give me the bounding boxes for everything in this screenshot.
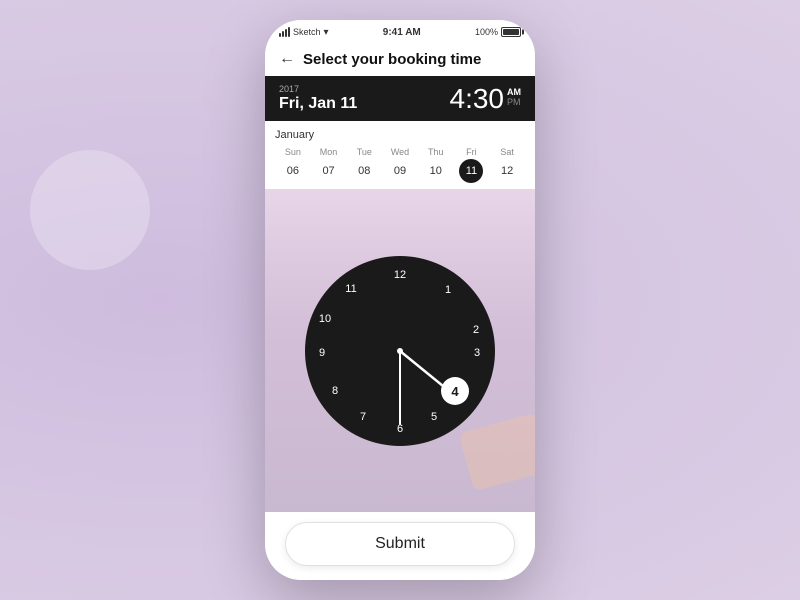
date-label: Fri, Jan 11 xyxy=(279,95,357,113)
clock-section[interactable]: 12 1 2 3 4 5 6 7 8 9 10 11 4 xyxy=(265,189,535,512)
svg-text:2: 2 xyxy=(473,324,479,336)
cal-header-tue: Tue xyxy=(346,145,382,159)
ampm-section: AM PM xyxy=(507,87,521,109)
header: ← Select your booking time xyxy=(265,44,535,76)
clock-face[interactable]: 12 1 2 3 4 5 6 7 8 9 10 11 4 xyxy=(305,256,495,446)
submit-button[interactable]: Submit xyxy=(285,522,515,566)
cal-header-mon: Mon xyxy=(311,145,347,159)
calendar-month: January xyxy=(275,129,525,141)
submit-section: Submit xyxy=(265,512,535,580)
svg-text:8: 8 xyxy=(332,385,338,397)
clock-svg: 12 1 2 3 4 5 6 7 8 9 10 11 4 xyxy=(305,256,495,446)
year-label: 2017 xyxy=(279,84,357,94)
cal-day-12[interactable]: 12 xyxy=(495,159,519,183)
carrier-label: Sketch xyxy=(293,27,321,37)
cal-header-thu: Thu xyxy=(418,145,454,159)
cal-header-sun: Sun xyxy=(275,145,311,159)
svg-text:9: 9 xyxy=(319,347,325,359)
cal-day-10[interactable]: 10 xyxy=(424,159,448,183)
cal-header-sat: Sat xyxy=(489,145,525,159)
status-left: Sketch ▾ xyxy=(279,27,329,38)
status-bar: Sketch ▾ 9:41 AM 100% xyxy=(265,20,535,44)
svg-text:3: 3 xyxy=(474,347,480,359)
battery-percent: 100% xyxy=(475,27,498,37)
battery-icon xyxy=(501,27,521,37)
cal-day-06[interactable]: 06 xyxy=(281,159,305,183)
cal-day-08[interactable]: 08 xyxy=(352,159,376,183)
svg-text:12: 12 xyxy=(394,269,406,281)
back-button[interactable]: ← xyxy=(279,50,295,68)
am-label[interactable]: AM xyxy=(507,87,521,98)
cal-header-fri: Fri xyxy=(454,145,490,159)
bg-decoration xyxy=(30,150,150,270)
svg-text:10: 10 xyxy=(319,313,331,325)
calendar-grid: Sun Mon Tue Wed Thu Fri Sat 06 07 08 09 … xyxy=(275,145,525,183)
wifi-icon: ▾ xyxy=(324,27,329,38)
page-title: Select your booking time xyxy=(303,51,481,68)
svg-text:1: 1 xyxy=(445,284,451,296)
status-right: 100% xyxy=(475,27,521,37)
svg-text:5: 5 xyxy=(431,411,437,423)
phone-frame: Sketch ▾ 9:41 AM 100% ← Select your book… xyxy=(265,20,535,580)
cal-day-09[interactable]: 09 xyxy=(388,159,412,183)
svg-text:11: 11 xyxy=(345,283,356,295)
date-section: 2017 Fri, Jan 11 xyxy=(279,84,357,113)
calendar-section: January Sun Mon Tue Wed Thu Fri Sat 06 0… xyxy=(265,121,535,189)
pm-label[interactable]: PM xyxy=(507,97,521,108)
signal-icon xyxy=(279,27,290,37)
svg-text:7: 7 xyxy=(360,411,366,423)
status-time: 9:41 AM xyxy=(383,27,421,38)
time-display: 4:30 xyxy=(450,85,505,113)
cal-day-07[interactable]: 07 xyxy=(317,159,341,183)
cal-day-11[interactable]: 11 xyxy=(459,159,483,183)
svg-text:4: 4 xyxy=(451,384,459,399)
cal-header-wed: Wed xyxy=(382,145,418,159)
datetime-bar: 2017 Fri, Jan 11 4:30 AM PM xyxy=(265,76,535,121)
time-section: 4:30 AM PM xyxy=(450,85,522,113)
